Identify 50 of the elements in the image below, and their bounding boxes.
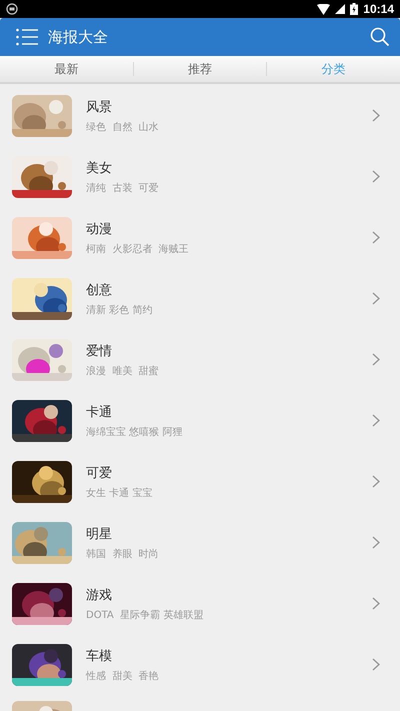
notification-icon: [6, 3, 18, 15]
chevron-icon: [372, 170, 380, 183]
chevron-icon: [372, 231, 380, 244]
category-title: 卡通: [86, 404, 113, 420]
category-tags: 性感 甜美 香艳: [86, 668, 372, 682]
chevron-icon: [372, 109, 380, 122]
category-title: 美女: [86, 160, 113, 176]
category-tags: 绿色 自然 山水: [86, 120, 372, 134]
chevron-icon: [372, 658, 380, 671]
tab[interactable]: 推荐: [134, 56, 266, 82]
category-title: 明星: [86, 526, 113, 542]
category-row[interactable]: 明星 韩国 养眼 时尚: [0, 512, 400, 573]
category-row[interactable]: 可爱 女生 卡通 宝宝: [0, 451, 400, 512]
category-row[interactable]: 车模 性感 甜美 香艳: [0, 634, 400, 695]
category-row[interactable]: 卡通 海绵宝宝 悠嘻猴 阿狸: [0, 390, 400, 451]
category-tags: 浪漫 唯美 甜蜜: [86, 364, 372, 378]
menu-button[interactable]: [16, 28, 38, 46]
chevron-icon: [372, 292, 380, 305]
chevron-icon: [372, 353, 380, 366]
category-tags: 清纯 古装 可爱: [86, 180, 372, 194]
chevron-icon: [372, 475, 380, 488]
category-row[interactable]: 爱情 浪漫 唯美 甜蜜: [0, 329, 400, 390]
category-row[interactable]: 动漫 柯南 火影忍者 海贼王: [0, 207, 400, 268]
wifi-icon: [317, 4, 330, 14]
app-title: 海报大全: [48, 28, 109, 46]
category-title: 爱情: [86, 342, 113, 360]
category-title: 动漫: [86, 220, 113, 238]
category-row[interactable]: 风景 绿色 自然 山水: [0, 85, 400, 146]
category-tags: DOTA 星际争霸 英雄联盟: [86, 608, 372, 622]
category-title: 游戏: [86, 586, 113, 604]
tab[interactable]: 最新: [0, 56, 133, 82]
category-tags: 女生 卡通 宝宝: [86, 486, 372, 500]
category-title: 车模: [86, 648, 113, 664]
search-button[interactable]: [370, 27, 390, 47]
category-row[interactable]: 美女 清纯 古装 可爱: [0, 146, 400, 207]
chevron-icon: [372, 414, 380, 427]
clock: 10:14: [363, 2, 394, 16]
category-title: 风景: [86, 98, 113, 116]
chevron-icon: [372, 597, 380, 610]
category-tags: 海绵宝宝 悠嘻猴 阿狸: [86, 424, 372, 438]
category-title: 创意: [86, 282, 113, 298]
category-tags: 柯南 火影忍者 海贼王: [86, 242, 372, 256]
category-row[interactable]: 创意 清新 彩色 简约: [0, 268, 400, 329]
chevron-icon: [372, 536, 380, 549]
category-tags: 清新 彩色 简约: [86, 302, 372, 316]
category-tags: 韩国 养眼 时尚: [86, 546, 372, 560]
category-row[interactable]: 游戏 DOTA 星际争霸 英雄联盟: [0, 573, 400, 634]
battery-icon: [350, 3, 358, 15]
signal-icon: [335, 4, 346, 14]
category-title: 可爱: [86, 464, 113, 482]
